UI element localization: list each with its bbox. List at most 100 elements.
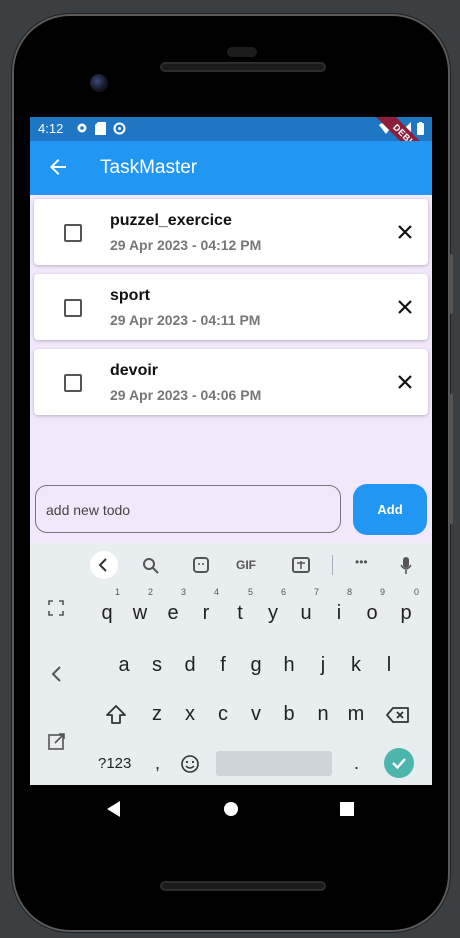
- shift-icon[interactable]: [105, 704, 127, 726]
- delete-icon[interactable]: [396, 298, 414, 316]
- key-n[interactable]: n: [309, 694, 337, 734]
- app-title: TaskMaster: [100, 157, 198, 178]
- key-x[interactable]: x: [176, 694, 204, 734]
- key-label: q: [101, 602, 113, 624]
- power-button: [449, 394, 453, 524]
- todo-item: devoir 29 Apr 2023 - 04:06 PM: [34, 349, 428, 415]
- key-hint: 5: [247, 587, 253, 597]
- key-y[interactable]: y6: [259, 587, 287, 633]
- todo-checkbox[interactable]: [64, 299, 82, 317]
- key-s[interactable]: s: [143, 645, 171, 685]
- new-todo-input[interactable]: add new todo: [35, 485, 341, 533]
- status-bar: 4:12 DEBUG: [30, 117, 432, 182]
- app-bar: TaskMaster: [30, 141, 432, 195]
- sticker-icon[interactable]: [192, 553, 210, 577]
- delete-icon[interactable]: [396, 223, 414, 241]
- key-w[interactable]: w2: [126, 587, 154, 633]
- sd-card-icon: [95, 122, 106, 135]
- nav-recents-icon[interactable]: [339, 800, 355, 818]
- todo-name: puzzel_exercice: [110, 212, 232, 229]
- key-h[interactable]: h: [275, 645, 303, 685]
- space-bar[interactable]: [216, 751, 332, 776]
- todo-checkbox[interactable]: [64, 224, 82, 242]
- gif-button[interactable]: GIF: [236, 558, 256, 582]
- key-hint: 6: [280, 587, 286, 597]
- period-key[interactable]: .: [354, 753, 359, 774]
- nav-home-icon[interactable]: [223, 800, 239, 818]
- expand-icon[interactable]: [47, 599, 65, 617]
- back-arrow-icon[interactable]: [46, 155, 70, 179]
- key-z[interactable]: z: [143, 694, 171, 734]
- data-saver-icon: [113, 122, 126, 135]
- volume-button: [449, 254, 453, 314]
- microphone-icon[interactable]: [398, 553, 414, 577]
- settings-icon: [77, 123, 87, 133]
- key-m[interactable]: m: [342, 694, 370, 734]
- key-hint: 9: [379, 587, 385, 597]
- key-label: p: [400, 602, 412, 624]
- soft-keyboard: GIF ••• q1 w2 e3 r4 t5 y6 u7 i8 o9 p0 a …: [30, 543, 432, 785]
- key-r[interactable]: r4: [192, 587, 220, 633]
- key-hint: 0: [413, 587, 419, 597]
- key-u[interactable]: u7: [292, 587, 320, 633]
- todo-list: puzzel_exercice 29 Apr 2023 - 04:12 PM s…: [34, 199, 428, 424]
- key-hint: 2: [147, 587, 153, 597]
- key-v[interactable]: v: [242, 694, 270, 734]
- comma-key[interactable]: ,: [155, 753, 160, 774]
- add-button[interactable]: Add: [353, 484, 427, 535]
- key-hint: 3: [180, 587, 186, 597]
- key-g[interactable]: g: [242, 645, 270, 685]
- enter-key[interactable]: [384, 748, 414, 778]
- todo-date: 29 Apr 2023 - 04:11 PM: [110, 312, 261, 328]
- backspace-icon[interactable]: [386, 706, 410, 724]
- keyboard-collapse-button[interactable]: [90, 551, 118, 579]
- key-k[interactable]: k: [342, 645, 370, 685]
- key-a[interactable]: a: [110, 645, 138, 685]
- key-b[interactable]: b: [275, 694, 303, 734]
- delete-icon[interactable]: [396, 373, 414, 391]
- translate-icon[interactable]: [291, 553, 311, 577]
- key-label: o: [366, 602, 378, 624]
- key-label: t: [237, 602, 243, 624]
- battery-icon: [417, 122, 424, 135]
- todo-item: puzzel_exercice 29 Apr 2023 - 04:12 PM: [34, 199, 428, 265]
- key-t[interactable]: t5: [226, 587, 254, 633]
- key-label: e: [167, 602, 179, 624]
- search-icon[interactable]: [142, 553, 160, 577]
- todo-name: devoir: [110, 362, 159, 379]
- checkmark-icon: [392, 758, 406, 770]
- key-j[interactable]: j: [309, 645, 337, 685]
- todo-date: 29 Apr 2023 - 04:12 PM: [110, 237, 262, 253]
- emoji-icon[interactable]: [180, 754, 200, 774]
- key-o[interactable]: o9: [358, 587, 386, 633]
- floating-keyboard-icon[interactable]: [47, 731, 67, 751]
- key-e[interactable]: e3: [159, 587, 187, 633]
- chevron-left-side-icon[interactable]: [49, 665, 65, 683]
- front-camera: [90, 74, 108, 92]
- todo-item: sport 29 Apr 2023 - 04:11 PM: [34, 274, 428, 340]
- key-label: u: [300, 602, 312, 624]
- app-screen: 4:12 DEBUG TaskMaster puzzel_exercice 29…: [30, 117, 432, 785]
- key-l[interactable]: l: [375, 645, 403, 685]
- key-c[interactable]: c: [209, 694, 237, 734]
- key-i[interactable]: i8: [325, 587, 353, 633]
- key-label: r: [202, 602, 210, 624]
- key-label: w: [132, 602, 148, 624]
- symbols-key[interactable]: ?123: [98, 755, 131, 772]
- nav-back-icon[interactable]: [106, 800, 122, 818]
- key-hint: 1: [114, 587, 120, 597]
- key-hint: 8: [346, 587, 352, 597]
- key-f[interactable]: f: [209, 645, 237, 685]
- bottom-speaker: [160, 881, 326, 891]
- key-p[interactable]: p0: [392, 587, 420, 633]
- key-label: y: [268, 602, 278, 624]
- key-hint: 7: [313, 587, 319, 597]
- key-q[interactable]: q1: [93, 587, 121, 633]
- more-options-button[interactable]: •••: [355, 555, 368, 579]
- todo-date: 29 Apr 2023 - 04:06 PM: [110, 387, 262, 403]
- status-time: 4:12: [38, 121, 64, 136]
- earpiece-speaker: [160, 62, 326, 72]
- key-d[interactable]: d: [176, 645, 204, 685]
- todo-checkbox[interactable]: [64, 374, 82, 392]
- toolbar-divider: [332, 555, 333, 575]
